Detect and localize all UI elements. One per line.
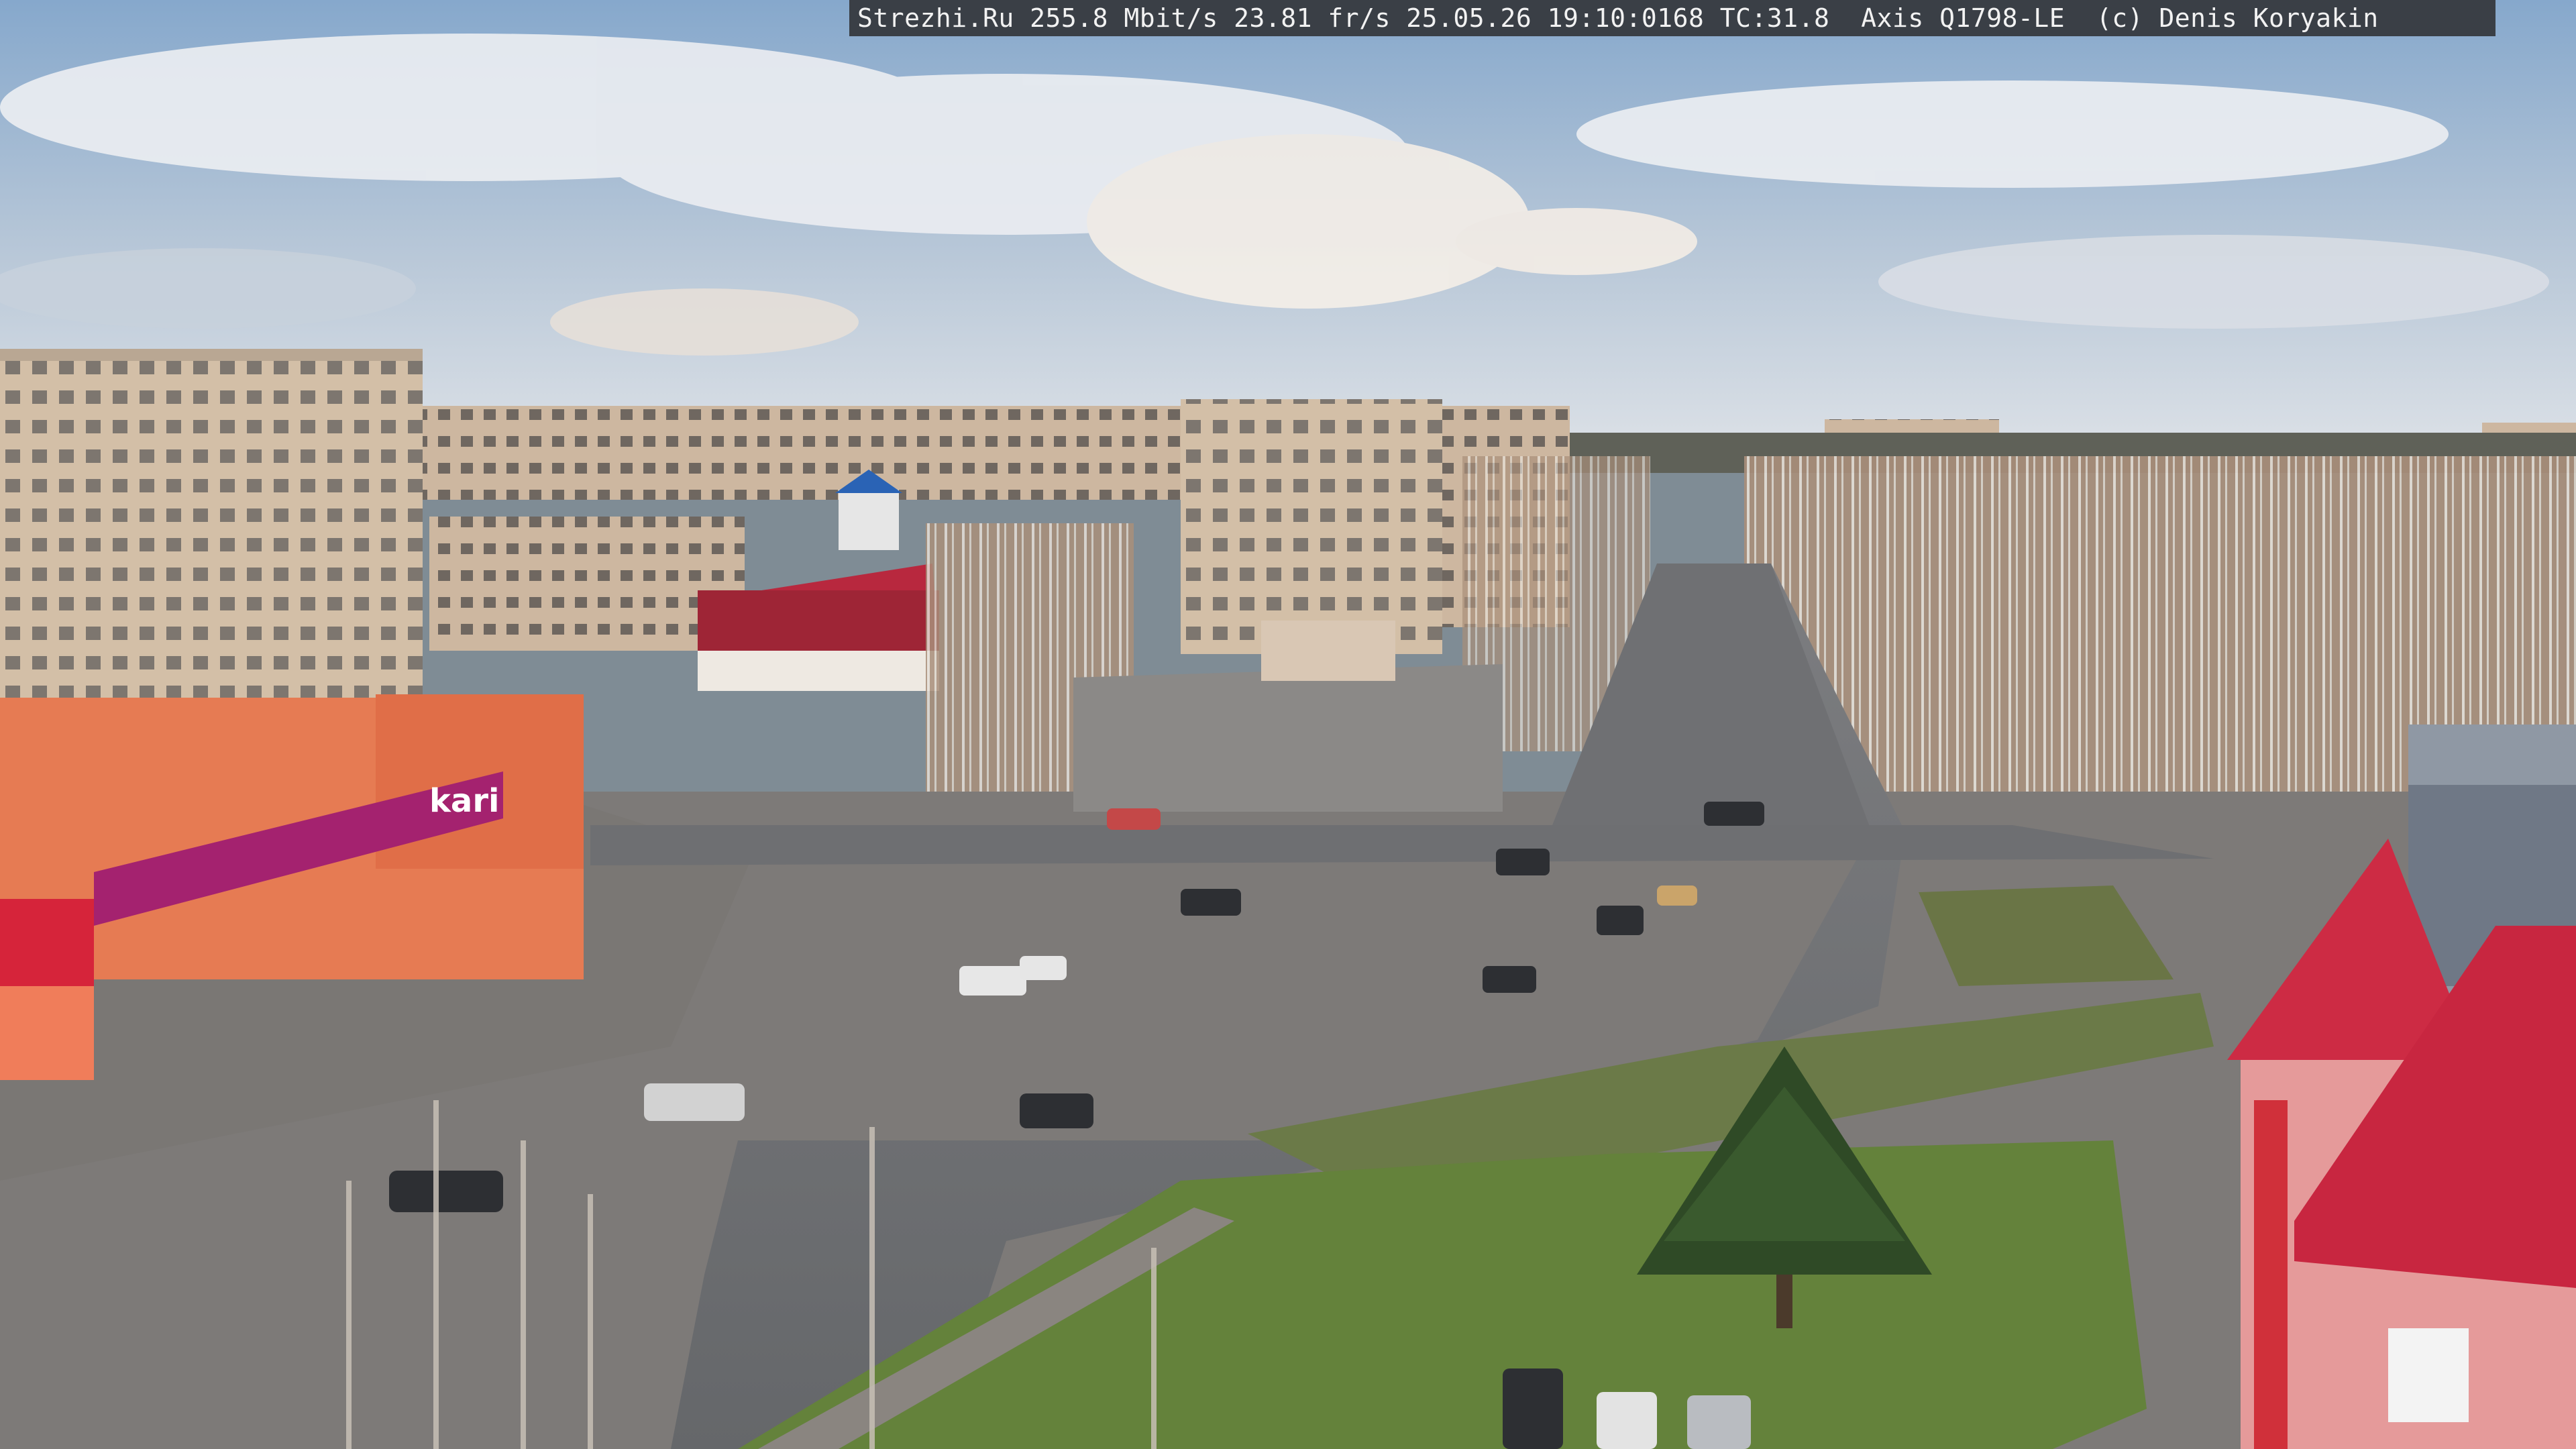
camera-info-overlay: Strezhi.Ru 255.8 Mbit/s 23.81 fr/s 25.05…	[849, 0, 2496, 36]
small-pavilion	[1261, 621, 1395, 681]
five-storey-building	[429, 517, 745, 651]
central-tower	[1181, 399, 1442, 654]
webcam-frame: kari Strezhi.Ru 255.8 Mbit/s 23.81 fr/s …	[0, 0, 2576, 1449]
crossroad	[590, 825, 2214, 865]
central-square	[1073, 664, 1503, 812]
city-street-scene: kari	[0, 0, 2576, 1449]
kari-sign-label: kari	[429, 782, 499, 820]
blue-roof-tower	[839, 490, 899, 550]
distant-apartment-block	[416, 406, 1187, 500]
